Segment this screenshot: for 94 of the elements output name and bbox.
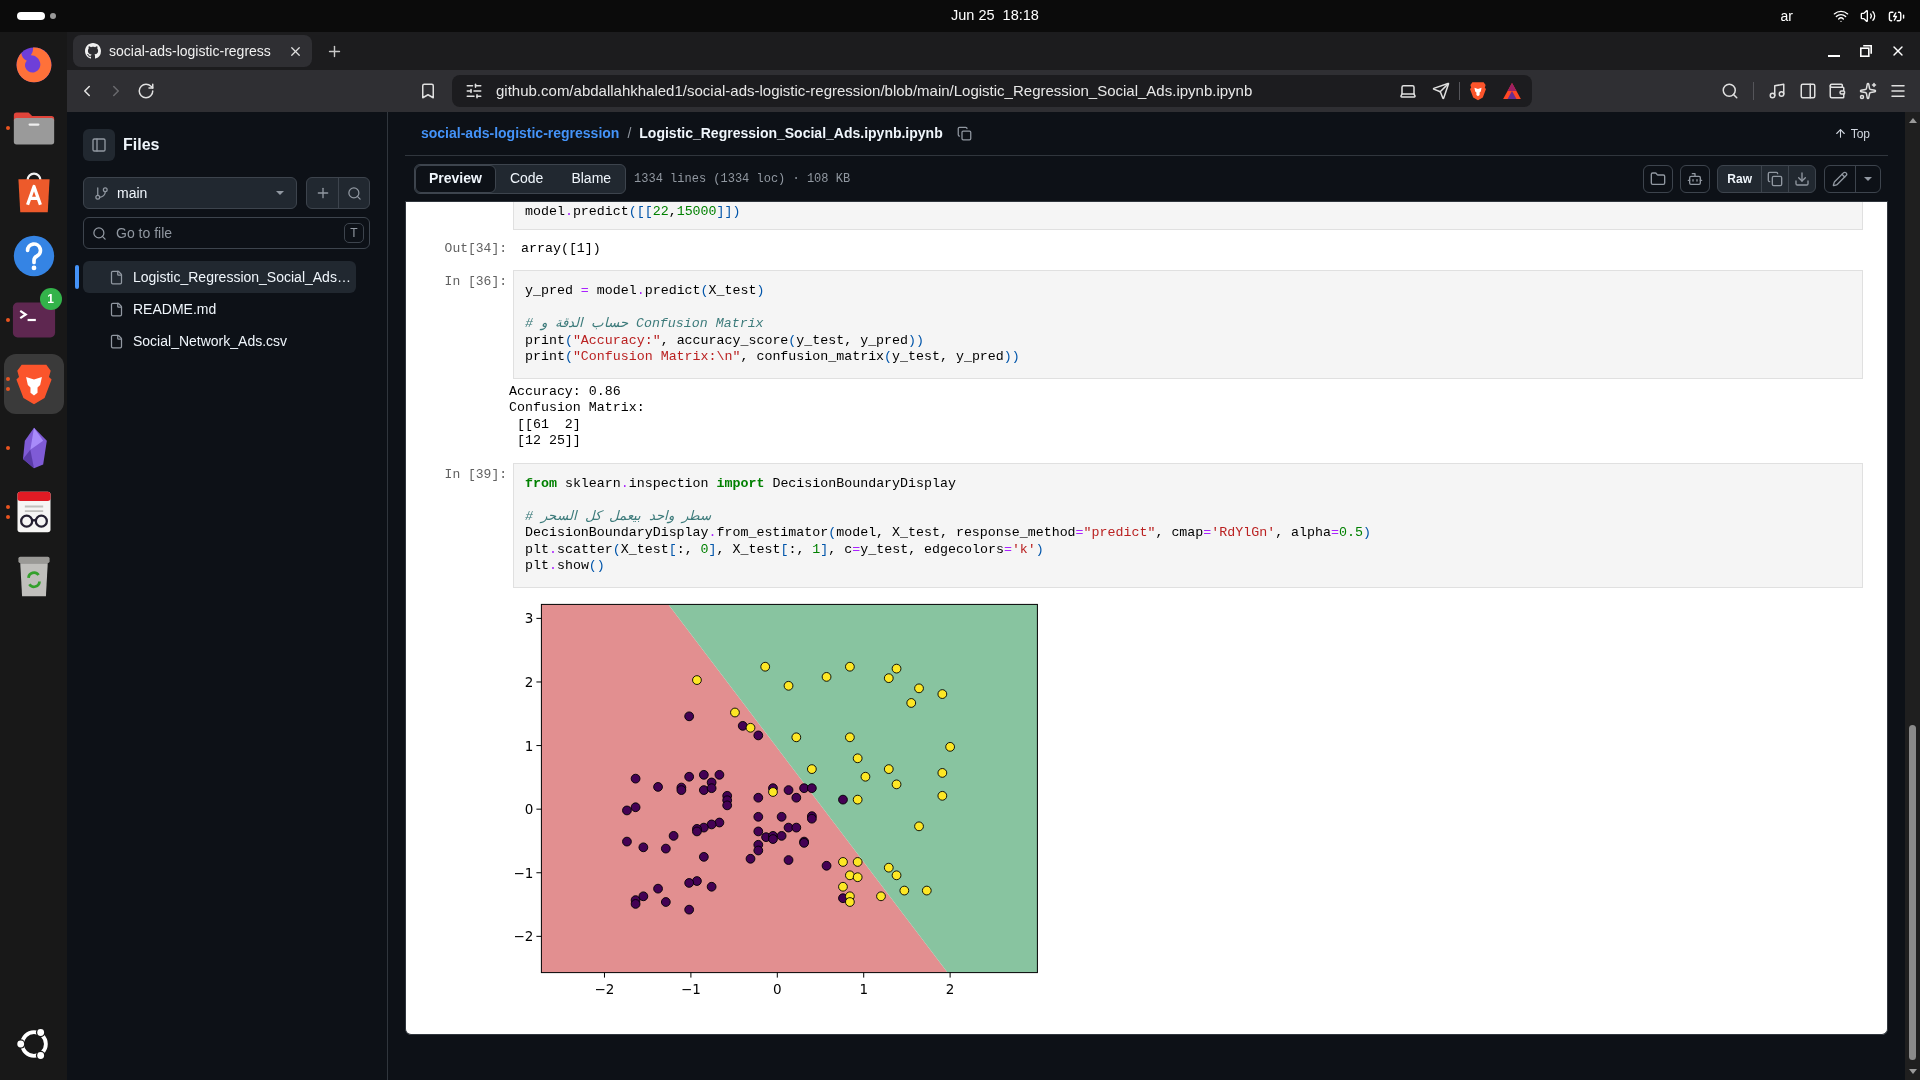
- shield-logo-icon: [1469, 81, 1487, 101]
- output-line: Accuracy: 0.86: [509, 383, 622, 400]
- branch-icon: [94, 185, 109, 201]
- view-tab[interactable]: Preview: [415, 164, 496, 193]
- triangle-down-icon: [1908, 1069, 1917, 1074]
- volume-icon: [1860, 8, 1876, 24]
- file-name: Logistic_Regression_Social_Ads.ipynb.ipynb: [639, 124, 943, 143]
- file-info: 1334 lines (1334 loc) · 108 KB: [634, 170, 851, 188]
- tick-label: 0: [773, 980, 782, 997]
- minimize-icon: [1828, 55, 1840, 57]
- file-tree-item[interactable]: README.md: [83, 293, 356, 325]
- tick-label: 1: [859, 980, 868, 997]
- triangle-logo-icon: [1503, 83, 1521, 99]
- file-icon: [109, 333, 124, 349]
- cell-prompt: In [36]:: [444, 274, 507, 291]
- restore-icon: [1860, 45, 1872, 57]
- repo-link[interactable]: social-ads-logistic-regression: [421, 123, 620, 144]
- sparkles-icon: [1859, 82, 1877, 100]
- tick-label: −1: [680, 980, 701, 997]
- laptop-icon: [1399, 82, 1417, 100]
- search-icon: [346, 185, 362, 201]
- tick-label: 2: [524, 673, 534, 690]
- cell-prompt: In [39]:: [444, 466, 507, 484]
- assistant-button[interactable]: [1680, 164, 1711, 193]
- input-source[interactable]: ar: [1780, 5, 1793, 27]
- copy-icon: [1767, 170, 1783, 187]
- help-icon: [11, 234, 56, 278]
- output-line: Confusion Matrix:: [509, 400, 646, 417]
- caret-icon: [1864, 176, 1872, 181]
- symbols-button[interactable]: [1643, 164, 1674, 193]
- browser-tab[interactable]: social-ads-logistic-regress: [73, 35, 312, 67]
- address-bar[interactable]: github.com/abdallahkhaled1/social-ads-logistic-regression/blob/main/Logistic_Regression_Social_Ads.ipynb.ipynb: [452, 75, 1532, 107]
- scrollbar[interactable]: [1905, 112, 1920, 1080]
- shortcut-hint: T: [344, 223, 364, 243]
- code-line: y_pred = model.predict(X_test): [525, 283, 766, 300]
- back-to-top-link[interactable]: Top: [1833, 124, 1870, 143]
- search-icon: [92, 225, 107, 241]
- music-note-icon: [1768, 82, 1786, 100]
- download-icon: [1794, 170, 1810, 187]
- panel-icon: [1799, 82, 1817, 100]
- wifi-icon: [1833, 8, 1849, 24]
- bookmark-icon: [419, 82, 437, 100]
- tick-label: 2: [945, 980, 955, 997]
- arrow-up-icon: [1833, 127, 1847, 140]
- reload-icon: [137, 82, 155, 100]
- path-separator: /: [627, 124, 632, 143]
- menu-icon: [1889, 82, 1907, 100]
- file-tree-item[interactable]: Social_Network_Ads.csv: [83, 325, 356, 357]
- code-line: # حساب الدقة و Confusion Matrix: [525, 316, 765, 333]
- pencil-icon: [1832, 170, 1848, 187]
- file-tree-item[interactable]: Logistic_Regression_Social_Ads…: [83, 261, 356, 293]
- file-icon: [109, 301, 124, 317]
- tick-label: −2: [594, 980, 615, 997]
- active-indicator: [75, 265, 79, 289]
- tick-label: 1: [524, 737, 534, 754]
- robot-icon: [1687, 170, 1704, 187]
- panel-title: Files: [123, 135, 160, 155]
- branch-selector[interactable]: main: [83, 177, 297, 209]
- tick-label: 3: [524, 609, 534, 626]
- tick-label: 0: [524, 800, 534, 817]
- view-tab[interactable]: Blame: [557, 164, 626, 193]
- dock-item[interactable]: [3, 354, 64, 414]
- search-icon: [1721, 82, 1739, 100]
- tick-label: −2: [513, 927, 534, 944]
- tick-label: −1: [513, 864, 534, 881]
- sidebar-icon: [91, 137, 107, 153]
- paper-plane-icon: [1432, 82, 1450, 100]
- scrollbar-thumb[interactable]: [1909, 725, 1916, 1060]
- code-line: plt.scatter(X_test[:, 0], X_test[:, 1], c=y_test, edgecolors='k'): [525, 541, 1045, 558]
- notification-badge: 1: [39, 288, 62, 310]
- code-line: plt.show(): [525, 558, 606, 575]
- raw-button[interactable]: Raw: [1718, 165, 1762, 192]
- code-line: # سطر واحد بيعمل كل السحر: [525, 508, 712, 525]
- copy-icon: [957, 126, 973, 141]
- output-line: [[61 2]: [515, 416, 582, 433]
- workspace-indicator-icon[interactable]: [17, 12, 57, 20]
- triangle-up-icon: [1908, 118, 1917, 123]
- caret-icon: [276, 191, 284, 195]
- code-line: print("Accuracy:", accuracy_score(y_test, y_pred)): [525, 332, 925, 349]
- cell-prompt: Out[34]:: [444, 240, 507, 257]
- cat-logo-icon: [85, 43, 101, 59]
- code-line: from sklearn.inspection import DecisionBoundaryDisplay: [525, 475, 957, 492]
- folder-icon: [1650, 170, 1667, 187]
- code-line: print("Confusion Matrix:\n", confusion_matrix(y_test, y_pred)): [525, 349, 1021, 366]
- code-line: model.predict([[22,15000]]): [525, 204, 742, 221]
- output-line: array([1]): [521, 240, 602, 257]
- code-line: DecisionBoundaryDisplay.from_estimator(model, X_test, response_method="predict", cmap='RdYlGn', alpha=0.5): [525, 525, 1372, 542]
- date-time[interactable]: Jun 25 18:18: [951, 5, 1039, 27]
- view-tab[interactable]: Code: [495, 164, 558, 193]
- file-icon: [109, 269, 124, 285]
- sidebar-toggle-button[interactable]: [83, 129, 115, 161]
- sliders-icon: [465, 82, 483, 100]
- wallet-icon: [1828, 82, 1846, 100]
- output-line: [12 25]]: [515, 433, 582, 450]
